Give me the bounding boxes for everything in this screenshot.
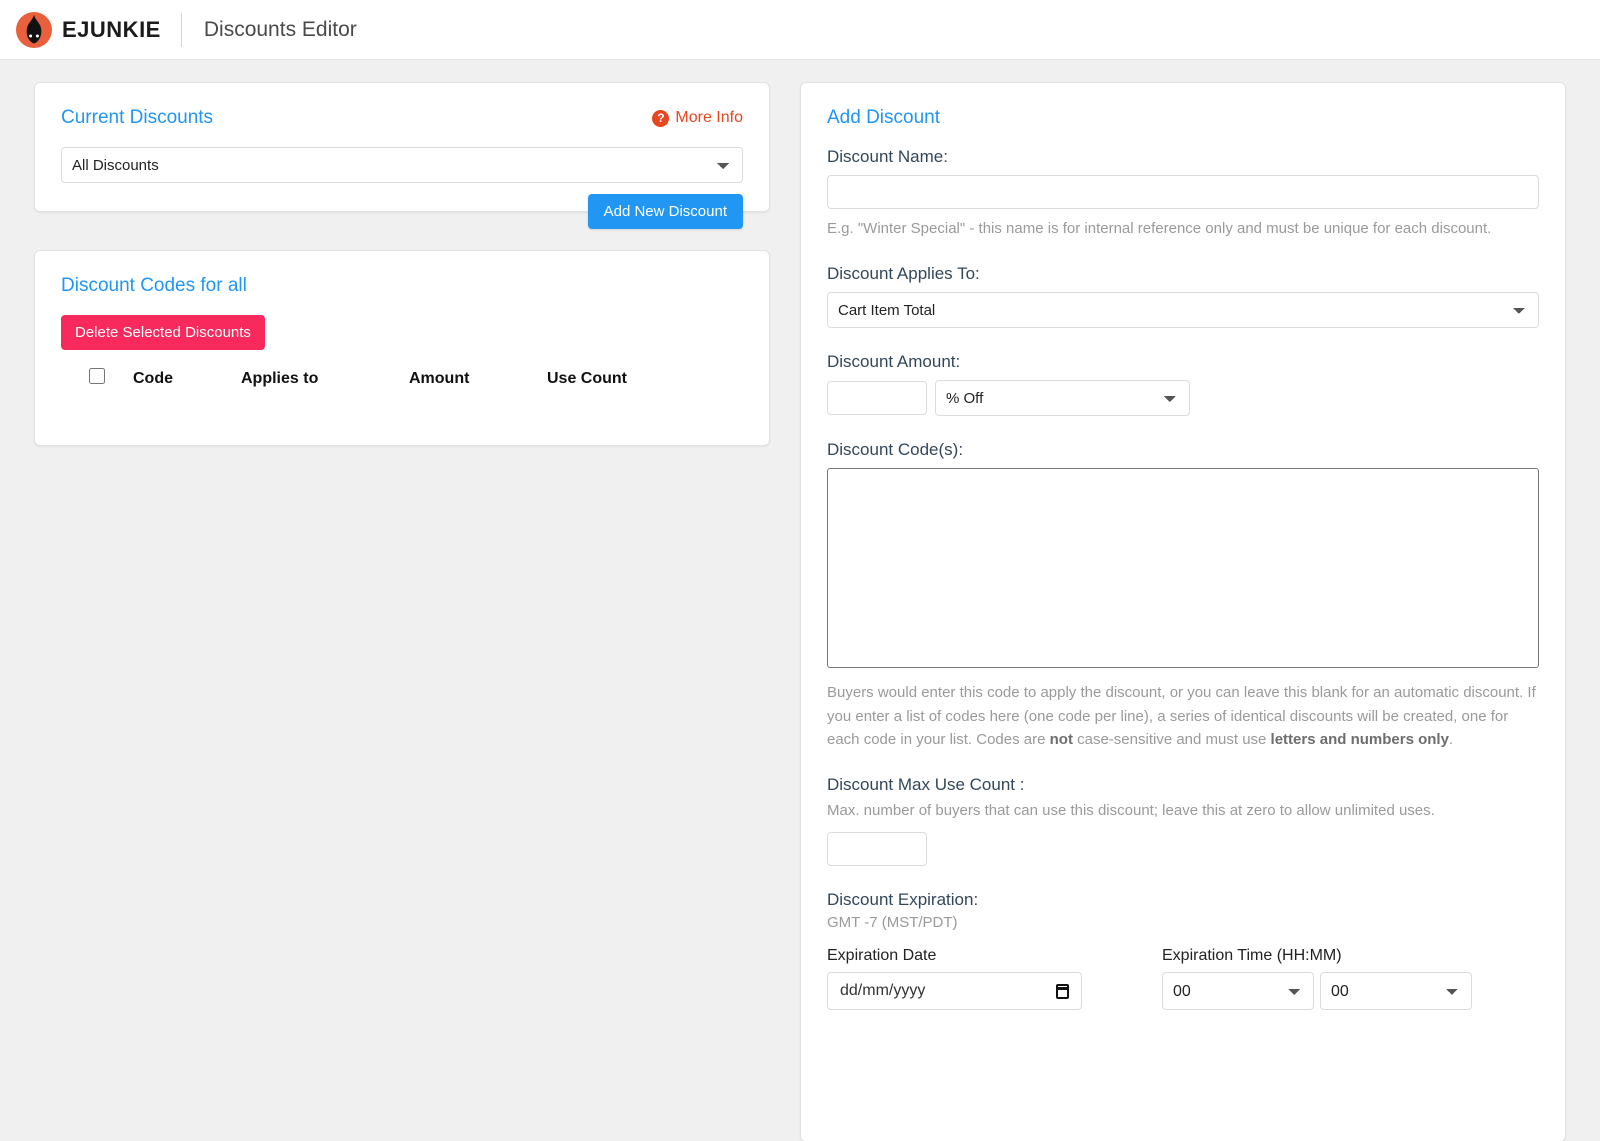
discount-codes-label: Discount Code(s): — [827, 440, 964, 460]
max-use-count-label: Discount Max Use Count : — [827, 775, 1025, 794]
max-use-count-hint: Max. number of buyers that can use this … — [827, 802, 1435, 819]
discount-codes-title: Discount Codes for all — [61, 275, 247, 296]
codes-hint-bold2: letters and numbers only — [1270, 730, 1449, 748]
current-discounts-card: ? More Info Current Discounts All Discou… — [34, 82, 770, 229]
question-circle-icon: ? — [652, 109, 670, 127]
codes-hint-part3: . — [1448, 730, 1454, 748]
codes-hint-part2: case-sensitive and must use — [1072, 730, 1271, 748]
column-header-use-count: Use Count — [547, 369, 627, 387]
expiration-hour-select[interactable]: 00 — [1162, 972, 1314, 1011]
expiration-timezone: GMT -7 (MST/PDT) — [827, 914, 958, 932]
select-all-header — [61, 364, 133, 395]
discount-codes-field-group: Discount Code(s): Buyers would enter thi… — [827, 440, 1539, 751]
add-discount-title: Add Discount — [827, 107, 941, 128]
discount-name-input[interactable] — [827, 175, 1539, 209]
left-column: ? More Info Current Discounts All Discou… — [34, 82, 770, 446]
more-info-link[interactable]: ? More Info — [652, 109, 743, 127]
expiration-field-group: Discount Expiration: GMT -7 (MST/PDT) Ex… — [827, 890, 1539, 1011]
expiration-row: Expiration Date dd/mm/yyyy Expiration Ti… — [827, 947, 1539, 1011]
discount-applies-to-label: Discount Applies To: — [827, 264, 980, 284]
select-all-checkbox[interactable] — [89, 368, 105, 384]
table-header-row: Code Applies to Amount Use Count — [61, 364, 743, 395]
flame-logo-icon — [16, 11, 52, 48]
app-header: EJUNKIE Discounts Editor — [0, 0, 1600, 60]
more-info-label: More Info — [675, 109, 743, 126]
max-use-count-field-group: Discount Max Use Count : Max. number of … — [827, 775, 1539, 867]
calendar-icon[interactable] — [1056, 983, 1069, 999]
brand-name: EJUNKIE — [62, 16, 161, 42]
discount-name-field-group: Discount Name: E.g. "Winter Special" - t… — [827, 147, 1539, 240]
column-header-code: Code — [133, 369, 173, 387]
column-header-amount: Amount — [409, 369, 470, 387]
expiration-date-label: Expiration Date — [827, 947, 937, 965]
expiration-date-group: Expiration Date dd/mm/yyyy — [827, 947, 1082, 1011]
discount-name-hint: E.g. "Winter Special" - this name is for… — [827, 220, 1492, 237]
discount-amount-type-select[interactable]: % Off — [935, 380, 1190, 417]
expiration-date-input[interactable]: dd/mm/yyyy — [827, 972, 1082, 1011]
discount-amount-label: Discount Amount: — [827, 352, 961, 372]
expiration-time-label: Expiration Time (HH:MM) — [1162, 947, 1342, 965]
add-discount-card: Add Discount Discount Name: E.g. "Winter… — [800, 82, 1566, 1141]
discount-applies-to-select[interactable]: Cart Item Total — [827, 292, 1539, 329]
expiration-time-row: 00 00 — [1162, 972, 1472, 1011]
expiration-time-group: Expiration Time (HH:MM) 00 00 — [1162, 947, 1472, 1011]
discount-filter-select[interactable]: All Discounts — [61, 147, 743, 183]
delete-selected-discounts-button[interactable]: Delete Selected Discounts — [61, 315, 265, 350]
discount-applies-to-field-group: Discount Applies To: Cart Item Total — [827, 264, 1539, 329]
discount-codes-hint: Buyers would enter this code to apply th… — [827, 681, 1539, 751]
codes-hint-bold1: not — [1049, 730, 1073, 748]
column-header-applies-to: Applies to — [241, 369, 319, 387]
expiration-label: Discount Expiration: — [827, 890, 979, 910]
add-new-discount-button[interactable]: Add New Discount — [587, 194, 743, 229]
discount-amount-field-group: Discount Amount: % Off — [827, 352, 1539, 417]
discount-name-label: Discount Name: — [827, 147, 948, 166]
discount-codes-textarea[interactable] — [827, 468, 1539, 669]
discount-codes-table: Code Applies to Amount Use Count — [61, 364, 743, 395]
right-column: Add Discount Discount Name: E.g. "Winter… — [800, 82, 1566, 1141]
expiration-date-placeholder: dd/mm/yyyy — [840, 982, 926, 1000]
discount-codes-card: Discount Codes for all Delete Selected D… — [34, 250, 770, 446]
header-divider — [180, 12, 182, 47]
current-discounts-title: Current Discounts — [61, 107, 214, 128]
discount-amount-row: % Off — [827, 380, 1539, 417]
max-use-count-input[interactable] — [827, 832, 927, 867]
brand[interactable]: EJUNKIE — [16, 11, 161, 48]
page-title: Discounts Editor — [203, 17, 357, 41]
discount-amount-input[interactable] — [827, 381, 927, 416]
page-body: ? More Info Current Discounts All Discou… — [0, 60, 1600, 1141]
expiration-minute-select[interactable]: 00 — [1320, 972, 1472, 1011]
